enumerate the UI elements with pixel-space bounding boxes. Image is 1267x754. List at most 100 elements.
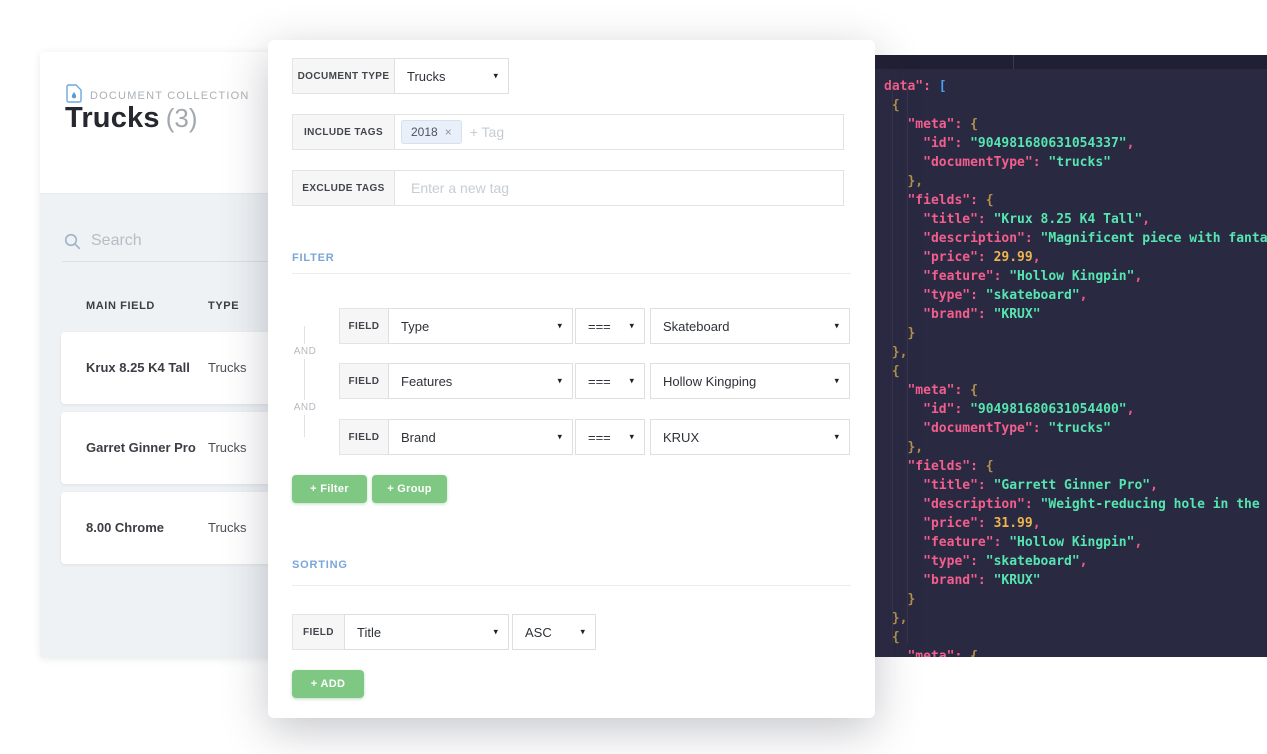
filter-section-title: FILTER (292, 252, 334, 264)
code-panel-topbar (875, 55, 1267, 69)
document-type-label: DOCUMENT TYPE (292, 58, 395, 94)
column-header-type: TYPE (208, 300, 239, 312)
code-line: "meta": { (884, 381, 1267, 400)
code-line: } (884, 324, 1267, 343)
code-line: "price": 29.99, (884, 248, 1267, 267)
connector-and-label: AND (290, 400, 320, 415)
add-group-button[interactable]: + Group (372, 475, 447, 503)
code-line: "meta": { (884, 115, 1267, 134)
search-icon (64, 233, 81, 250)
filter-section-divider (292, 273, 851, 274)
sort-direction-select[interactable]: ASC ▾ (512, 614, 596, 650)
exclude-tags-control: EXCLUDE TAGS (292, 170, 844, 206)
filter-row: FIELD Features ▾ === ▾ Hollow Kingping ▾ (339, 363, 850, 399)
filter-operator-value: === (588, 319, 611, 334)
code-line: "brand": "KRUX" (884, 305, 1267, 324)
code-line: "title": "Garrett Ginner Pro", (884, 476, 1267, 495)
filter-operator-value: === (588, 374, 611, 389)
filter-operator-select[interactable]: === ▾ (575, 308, 645, 344)
filter-operator-value: === (588, 430, 611, 445)
code-line: "description": "Weight-reducing hole in … (884, 495, 1267, 514)
row-main-field: 8.00 Chrome (86, 520, 164, 535)
document-type-select[interactable]: Trucks ▾ (394, 58, 509, 94)
filter-group-connector-line (304, 326, 305, 437)
collection-type-label: DOCUMENT COLLECTION (90, 90, 250, 102)
row-main-field: Garret Ginner Pro (86, 440, 196, 455)
filter-field-select[interactable]: Brand ▾ (388, 419, 573, 455)
code-line: }, (884, 172, 1267, 191)
filter-field-select[interactable]: Features ▾ (388, 363, 573, 399)
exclude-tag-input[interactable] (403, 180, 835, 196)
filter-field-value: Features (401, 374, 452, 389)
filter-value: Skateboard (663, 319, 730, 334)
code-line: "fields": { (884, 191, 1267, 210)
code-line: "documentType": "trucks" (884, 419, 1267, 438)
exclude-tags-input-box[interactable] (394, 170, 844, 206)
connector-and-label: AND (290, 344, 320, 359)
field-label: FIELD (339, 419, 389, 455)
code-line: { (884, 96, 1267, 115)
code-line: { (884, 628, 1267, 647)
code-line: }, (884, 438, 1267, 457)
sort-direction-value: ASC (525, 625, 552, 640)
chevron-down-icon: ▾ (493, 71, 498, 82)
sort-field-select[interactable]: Title ▾ (344, 614, 509, 650)
filter-value: Hollow Kingping (663, 374, 756, 389)
filter-row: FIELD Brand ▾ === ▾ KRUX ▾ (339, 419, 850, 455)
filter-value-select[interactable]: Skateboard ▾ (650, 308, 850, 344)
row-type: Trucks (208, 360, 247, 375)
document-type-control: DOCUMENT TYPE Trucks ▾ (292, 58, 509, 94)
sort-row: FIELD Title ▾ ASC ▾ (292, 614, 596, 650)
filter-operator-select[interactable]: === ▾ (575, 363, 645, 399)
remove-tag-icon[interactable]: × (445, 125, 452, 139)
code-line: "brand": "KRUX" (884, 571, 1267, 590)
field-label: FIELD (339, 363, 389, 399)
chevron-down-icon: ▾ (557, 321, 562, 332)
document-type-value: Trucks (407, 69, 446, 84)
code-line: "feature": "Hollow Kingpin", (884, 533, 1267, 552)
tag-chip-text: 2018 (411, 125, 438, 139)
code-line: "documentType": "trucks" (884, 153, 1267, 172)
sorting-section-title: SORTING (292, 559, 348, 571)
filter-operator-select[interactable]: === ▾ (575, 419, 645, 455)
code-line: "feature": "Hollow Kingpin", (884, 267, 1267, 286)
document-count: (3) (166, 103, 198, 133)
filter-row: FIELD Type ▾ === ▾ Skateboard ▾ (339, 308, 850, 344)
chevron-down-icon: ▾ (834, 376, 839, 387)
code-line: "id": "904981680631054400", (884, 400, 1267, 419)
code-lines: data": [ { "meta": { "id": "904981680631… (884, 77, 1267, 657)
include-tags-input-box[interactable]: 2018 × (394, 114, 844, 150)
filter-value: KRUX (663, 430, 699, 445)
page-title: Trucks (65, 102, 160, 134)
filter-field-value: Type (401, 319, 429, 334)
chevron-down-icon: ▾ (580, 627, 585, 638)
code-line: "title": "Krux 8.25 K4 Tall", (884, 210, 1267, 229)
filter-value-select[interactable]: Hollow Kingping ▾ (650, 363, 850, 399)
page: DOCUMENT COLLECTION Trucks(3) MAIN FIELD… (0, 0, 1267, 754)
row-type: Trucks (208, 520, 247, 535)
code-line: "type": "skateboard", (884, 552, 1267, 571)
chevron-down-icon: ▾ (629, 432, 634, 443)
add-filter-button[interactable]: + Filter (292, 475, 367, 503)
code-line: "meta": { (884, 647, 1267, 657)
include-tags-control: INCLUDE TAGS 2018 × (292, 114, 844, 150)
chevron-down-icon: ▾ (557, 376, 562, 387)
row-type: Trucks (208, 440, 247, 455)
exclude-tags-label: EXCLUDE TAGS (292, 170, 395, 206)
filter-field-value: Brand (401, 430, 436, 445)
filter-field-select[interactable]: Type ▾ (388, 308, 573, 344)
chevron-down-icon: ▾ (557, 432, 562, 443)
add-sort-button[interactable]: + ADD (292, 670, 364, 698)
add-tag-input[interactable] (462, 124, 837, 140)
code-line: "fields": { (884, 457, 1267, 476)
filter-value-select[interactable]: KRUX ▾ (650, 419, 850, 455)
json-preview-panel: data": [ { "meta": { "id": "904981680631… (875, 55, 1267, 657)
chevron-down-icon: ▾ (834, 321, 839, 332)
sorting-section-divider (292, 585, 851, 586)
tag-chip: 2018 × (401, 120, 462, 144)
include-tags-label: INCLUDE TAGS (292, 114, 395, 150)
code-line: data": [ (884, 77, 1267, 96)
sort-field-value: Title (357, 625, 381, 640)
code-line: "price": 31.99, (884, 514, 1267, 533)
code-line: { (884, 362, 1267, 381)
